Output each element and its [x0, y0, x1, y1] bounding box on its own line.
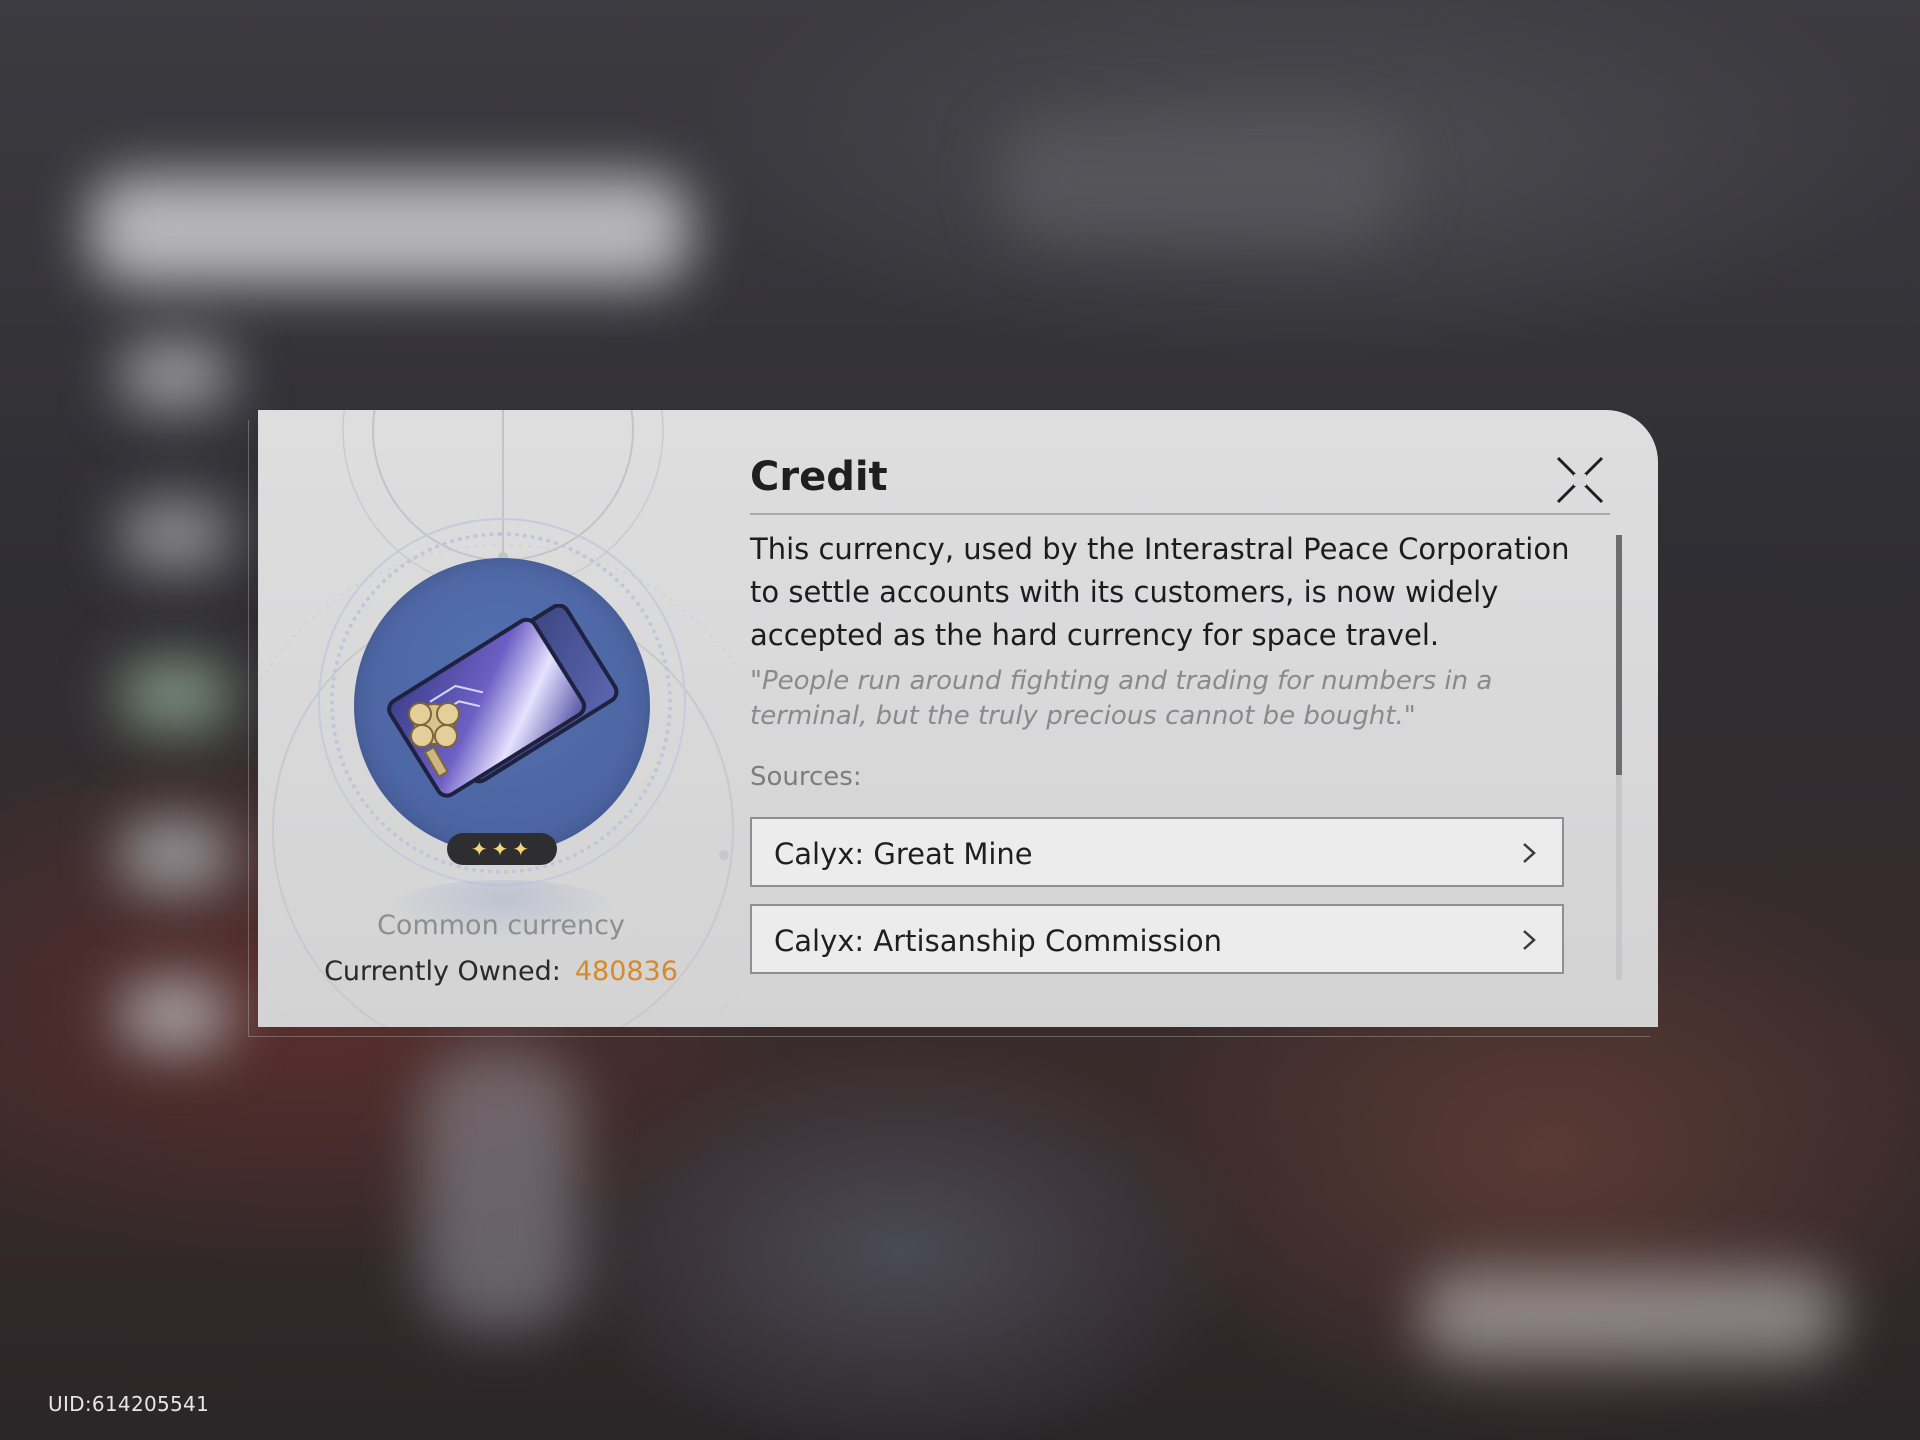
rarity-stars: ✦✦✦: [447, 833, 557, 865]
close-icon: [1556, 456, 1604, 504]
item-detail-dialog: ✦✦✦ Common currency Currently Owned: 4808…: [258, 410, 1658, 1027]
item-category: Common currency: [377, 910, 625, 941]
item-info-panel: Credit This currency, used by the Intera…: [748, 410, 1628, 1027]
source-label: Calyx: Great Mine: [774, 837, 1033, 871]
credit-card-icon: [387, 604, 619, 798]
item-flavor-text: "People run around fighting and trading …: [750, 666, 1493, 731]
source-calyx-great-mine[interactable]: Calyx: Great Mine: [750, 817, 1564, 887]
owned-value: 480836: [574, 956, 678, 987]
owned-label: Currently Owned:: [324, 956, 561, 987]
chevron-right-icon: [1523, 843, 1536, 863]
chevron-right-icon: [1523, 930, 1536, 950]
source-label: Calyx: Artisanship Commission: [774, 924, 1222, 958]
source-calyx-artisanship-commission[interactable]: Calyx: Artisanship Commission: [750, 904, 1564, 974]
item-title: Credit: [750, 454, 888, 500]
close-button[interactable]: [1554, 454, 1606, 506]
owned-count: Currently Owned: 480836: [258, 956, 738, 987]
sources-label: Sources:: [750, 762, 862, 792]
scrollbar-thumb[interactable]: [1616, 535, 1622, 775]
item-preview-panel: ✦✦✦ Common currency Currently Owned: 4808…: [258, 410, 738, 1027]
item-description: This currency, used by the Interastral P…: [750, 532, 1570, 652]
list-fade: [748, 988, 1608, 1027]
title-divider: [750, 513, 1610, 515]
player-uid: UID:614205541: [48, 1392, 210, 1416]
